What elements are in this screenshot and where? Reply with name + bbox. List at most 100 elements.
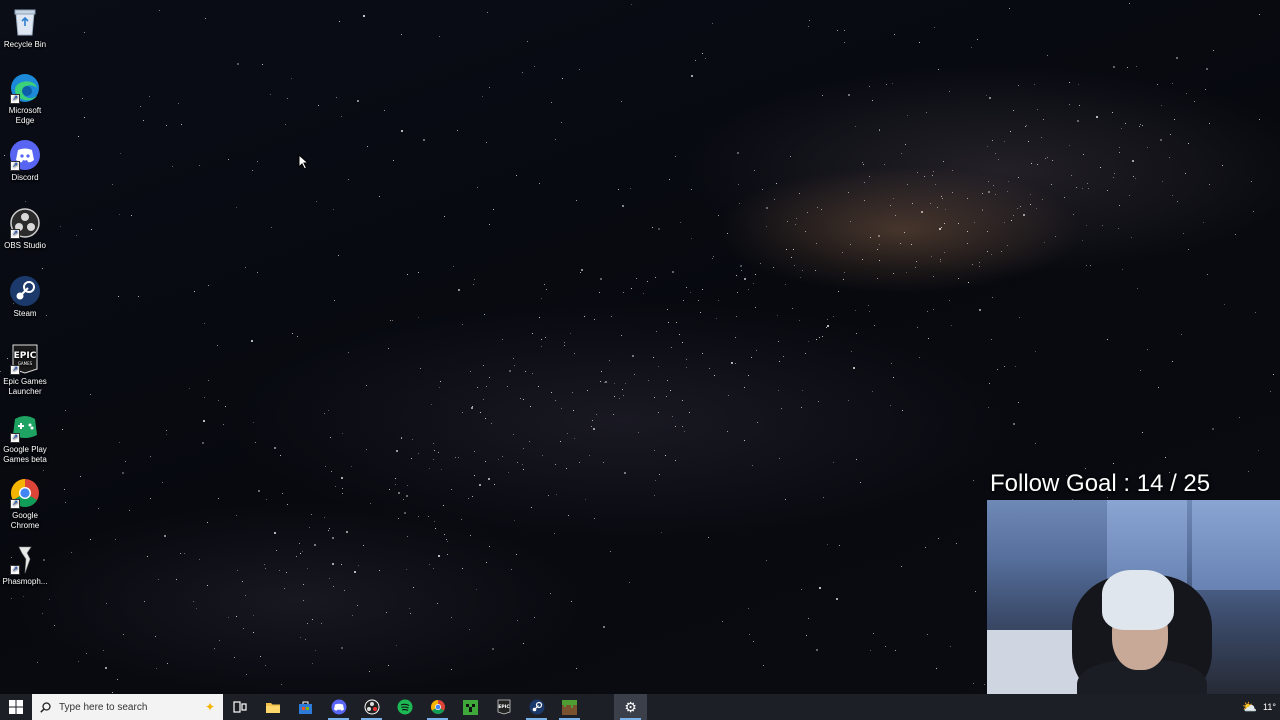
star <box>510 568 512 570</box>
taskbar-minecraft-launcher[interactable] <box>553 694 586 720</box>
star <box>765 206 768 209</box>
taskbar-store[interactable] <box>289 694 322 720</box>
star <box>81 97 83 99</box>
sparkle-icon: ✦ <box>204 700 215 714</box>
desktop-icon-chrome[interactable]: ↗ Google Chrome <box>2 477 48 531</box>
star <box>968 281 970 283</box>
star <box>1085 264 1087 266</box>
shortcut-arrow-icon: ↗ <box>10 499 20 509</box>
star <box>704 57 706 59</box>
desktop-icon-discord[interactable]: ↗ Discord <box>2 139 48 183</box>
star <box>340 647 343 650</box>
star <box>657 366 659 368</box>
taskbar-search-box[interactable]: Type here to search ✦ <box>32 694 223 720</box>
taskbar-obs[interactable] <box>355 694 388 720</box>
star <box>1164 456 1166 458</box>
taskbar-discord[interactable] <box>322 694 355 720</box>
star <box>751 464 753 466</box>
star <box>333 209 335 211</box>
star <box>989 96 992 99</box>
star <box>395 484 397 486</box>
star <box>982 193 984 195</box>
star <box>398 517 400 519</box>
desktop-icon-recycle-bin[interactable]: Recycle Bin <box>2 6 48 50</box>
desktop-icon-steam[interactable]: Steam <box>2 275 48 319</box>
star <box>656 331 658 333</box>
star <box>457 456 459 458</box>
star <box>755 274 757 276</box>
weather-icon[interactable]: ⛅ <box>1242 700 1257 714</box>
star <box>484 460 486 462</box>
desktop-icon-phasmophobia[interactable]: ↗ Phasmoph... <box>2 543 48 587</box>
star <box>206 584 208 586</box>
star <box>682 299 684 301</box>
taskbar-settings[interactable]: ⚙ <box>614 694 647 720</box>
desktop-icon-label: Microsoft Edge <box>8 106 42 125</box>
star <box>104 666 107 669</box>
windows-logo-icon <box>9 700 23 714</box>
discord-icon: ↗ <box>9 139 41 171</box>
star <box>508 471 510 473</box>
star <box>917 172 919 174</box>
start-button[interactable] <box>0 694 32 720</box>
steam-icon <box>529 699 544 715</box>
desktop-icon-edge[interactable]: ↗ Microsoft Edge <box>2 72 48 126</box>
star <box>1040 137 1042 139</box>
star <box>939 258 941 260</box>
star <box>433 567 435 569</box>
star <box>987 145 989 147</box>
star <box>1223 303 1225 305</box>
star <box>817 207 819 209</box>
star <box>251 170 253 172</box>
desktop-icon-epic-games[interactable]: EPIC GAMES ↗ Epic Games Launcher <box>2 343 48 397</box>
star <box>412 587 414 589</box>
star <box>257 160 259 162</box>
taskbar-file-explorer[interactable] <box>256 694 289 720</box>
star <box>315 650 317 652</box>
star <box>545 288 547 290</box>
star <box>253 631 255 633</box>
star <box>331 563 334 566</box>
star <box>492 648 495 651</box>
star <box>948 91 950 93</box>
star <box>1125 122 1127 124</box>
star <box>476 187 478 189</box>
star <box>938 227 941 230</box>
star <box>799 277 801 279</box>
star <box>1079 105 1081 107</box>
star <box>851 350 853 352</box>
desktop-icon-obs[interactable]: ↗ OBS Studio <box>2 207 48 251</box>
taskbar-steam[interactable] <box>520 694 553 720</box>
desktop-icon-google-play-games[interactable]: ↗ Google Play Games beta <box>2 411 48 465</box>
star <box>809 20 811 22</box>
taskbar-epic-games[interactable]: EPIC <box>487 694 520 720</box>
star <box>1086 225 1088 227</box>
star <box>631 3 633 5</box>
star <box>485 386 487 388</box>
taskbar-spotify[interactable] <box>388 694 421 720</box>
taskbar-chrome[interactable] <box>421 694 454 720</box>
star <box>302 583 304 585</box>
star <box>529 406 531 408</box>
star <box>895 650 897 652</box>
star <box>323 412 325 414</box>
task-view-button[interactable] <box>223 694 256 720</box>
star <box>715 317 717 319</box>
star <box>934 183 936 185</box>
star <box>972 683 974 685</box>
star <box>406 569 408 571</box>
star <box>418 453 420 455</box>
star <box>986 251 988 253</box>
star <box>971 46 973 48</box>
star <box>689 411 691 413</box>
star <box>868 304 870 306</box>
star <box>406 536 408 538</box>
star <box>621 100 623 102</box>
star <box>279 455 281 457</box>
star <box>991 139 993 141</box>
star <box>935 667 937 669</box>
weather-temperature[interactable]: 11° <box>1263 702 1276 712</box>
taskbar-minecraft[interactable] <box>454 694 487 720</box>
star <box>599 381 601 383</box>
star <box>1119 151 1121 153</box>
